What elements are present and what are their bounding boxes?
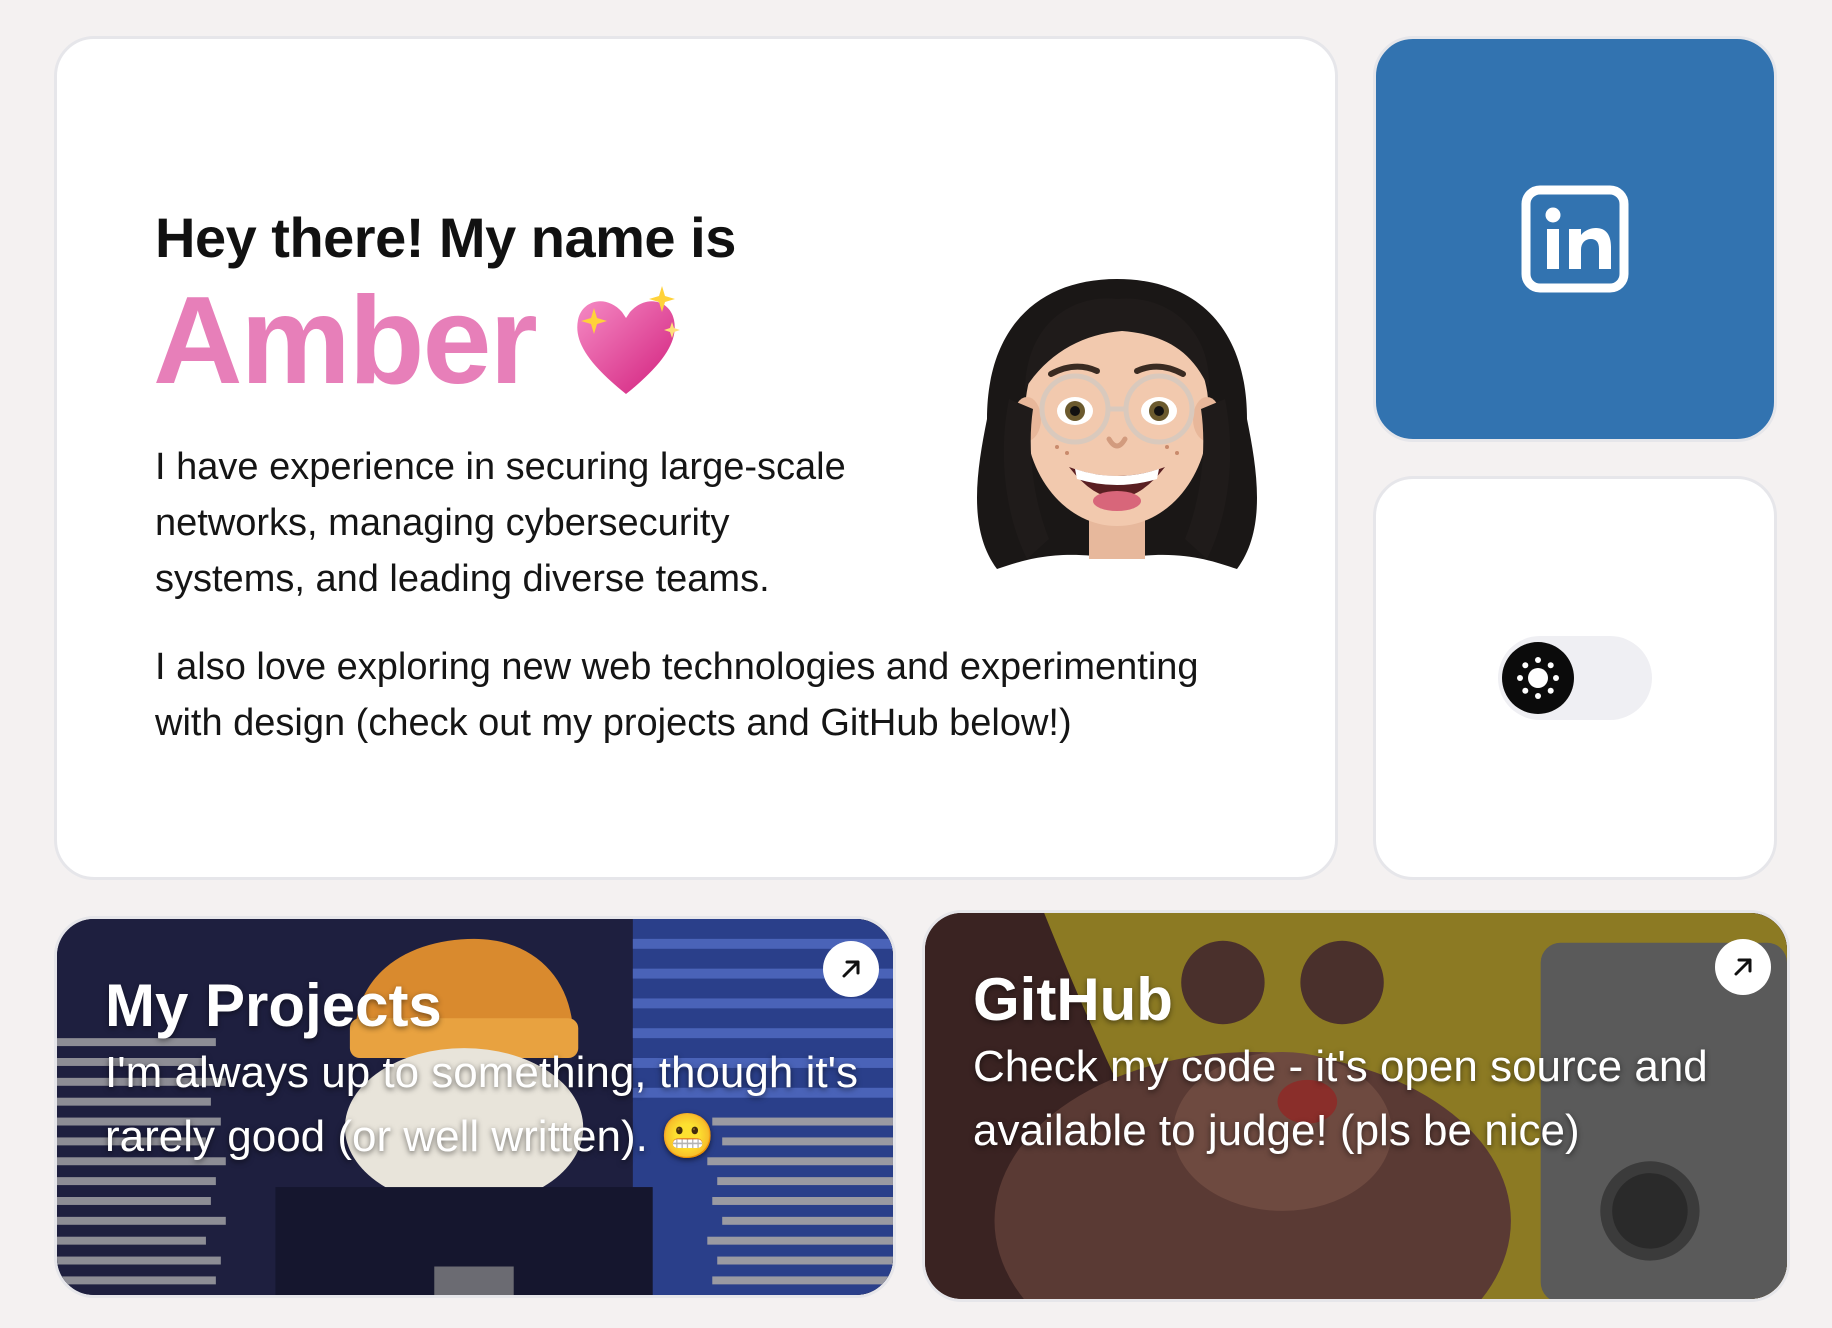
bio-paragraph-1: I have experience in securing large-scal… (155, 446, 846, 600)
greeting-heading: Hey there! My name is (155, 206, 736, 269)
arrow-up-right-icon (1734, 958, 1752, 976)
github-open-button[interactable] (1715, 939, 1771, 995)
sparkling-heart-icon (577, 286, 680, 394)
projects-title: My Projects (105, 972, 442, 1039)
memoji-avatar (977, 279, 1257, 569)
sun-icon (1517, 657, 1559, 699)
github-title: GitHub (973, 966, 1173, 1033)
theme-toggle-card (1373, 476, 1777, 880)
projects-open-button[interactable] (823, 941, 879, 997)
name-row: Amber (153, 279, 686, 403)
projects-description: I'm always up to something, though it's … (105, 1048, 858, 1161)
arrow-up-right-icon (842, 960, 860, 978)
theme-toggle[interactable] (1498, 636, 1652, 720)
toggle-knob (1502, 642, 1574, 714)
bio-paragraph-2: I also love exploring new web technologi… (155, 646, 1199, 744)
github-description: Check my code - it's open source and ava… (973, 1042, 1708, 1155)
linkedin-icon (1521, 185, 1629, 293)
projects-card[interactable]: My Projects I'm always up to something, … (54, 916, 896, 1298)
name-heading: Amber (153, 272, 538, 410)
linkedin-card[interactable] (1373, 36, 1777, 442)
intro-card: Hey there! My name is Amber I have exper… (54, 36, 1338, 880)
github-card[interactable]: GitHub Check my code - it's open source … (922, 910, 1790, 1302)
